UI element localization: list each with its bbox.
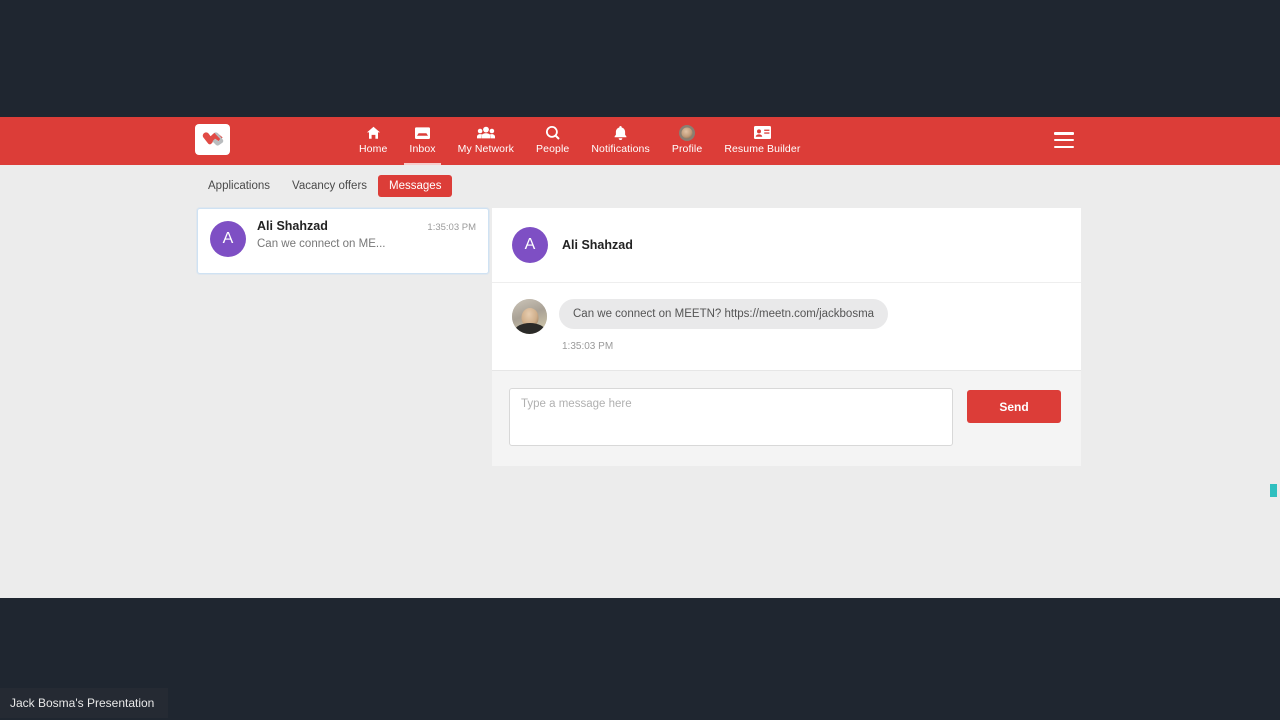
nav-item-profile[interactable]: Profile <box>661 117 713 165</box>
presentation-title-overlay: Jack Bosma's Presentation <box>0 688 169 718</box>
handshake-icon <box>202 132 223 146</box>
avatar: A <box>210 221 246 257</box>
message-thread-panel: A Ali Shahzad Can we connect on MEETN? h… <box>492 208 1081 466</box>
text-cursor-artifact <box>1270 484 1277 497</box>
message-bubble: Can we connect on MEETN? https://meetn.c… <box>559 299 889 329</box>
nav-label-home: Home <box>359 143 388 155</box>
send-button[interactable]: Send <box>967 390 1061 423</box>
hamburger-bar <box>1054 145 1074 148</box>
home-icon <box>366 124 381 141</box>
message-input[interactable] <box>509 388 953 446</box>
avatar: A <box>512 227 548 263</box>
nav-label-people: People <box>536 143 570 155</box>
handshake-logo[interactable] <box>195 124 230 155</box>
nav-label-resume-builder: Resume Builder <box>724 143 801 155</box>
message-sender-avatar <box>512 299 547 334</box>
hamburger-bar <box>1054 138 1074 142</box>
id-card-icon <box>753 124 771 141</box>
nav-item-inbox[interactable]: Inbox <box>398 117 446 165</box>
message-row: Can we connect on MEETN? https://meetn.c… <box>512 299 1061 352</box>
nav-item-resume-builder[interactable]: Resume Builder <box>713 117 811 165</box>
conversation-name: Ali Shahzad <box>257 219 328 233</box>
message-content: Can we connect on MEETN? https://meetn.c… <box>559 299 889 352</box>
nav-label-notifications: Notifications <box>591 143 650 155</box>
nav-item-my-network[interactable]: My Network <box>447 117 525 165</box>
inbox-subtabs: Applications Vacancy offers Messages <box>197 175 453 197</box>
hamburger-menu-icon[interactable] <box>1054 131 1074 149</box>
conversation-list: A Ali Shahzad 1:35:03 PM Can we connect … <box>197 208 489 274</box>
nav-item-people[interactable]: People <box>525 117 580 165</box>
people-group-icon <box>476 124 495 141</box>
bell-icon <box>614 124 627 141</box>
search-icon <box>545 124 560 141</box>
thread-contact-name: Ali Shahzad <box>562 238 633 252</box>
conversation-item-top-row: Ali Shahzad 1:35:03 PM <box>257 219 476 233</box>
message-timestamp: 1:35:03 PM <box>562 341 614 352</box>
message-composer: Send <box>492 370 1081 466</box>
tab-applications[interactable]: Applications <box>197 175 281 197</box>
avatar-photo-torso <box>514 323 545 334</box>
conversation-preview: Can we connect on ME... <box>257 238 386 250</box>
top-navigation-bar: Home Inbox My Network People Notificatio… <box>0 117 1280 165</box>
inbox-icon <box>415 124 431 141</box>
conversation-timestamp: 1:35:03 PM <box>427 222 476 233</box>
nav-label-profile: Profile <box>671 143 703 155</box>
nav-items: Home Inbox My Network People Notificatio… <box>348 117 811 165</box>
conversation-list-item[interactable]: A Ali Shahzad 1:35:03 PM Can we connect … <box>197 208 489 274</box>
profile-avatar-icon <box>679 124 696 141</box>
tab-vacancy-offers[interactable]: Vacancy offers <box>281 175 378 197</box>
hamburger-bar <box>1054 132 1074 135</box>
conversation-item-body: Ali Shahzad 1:35:03 PM Can we connect on… <box>257 219 476 250</box>
tab-messages[interactable]: Messages <box>378 175 453 197</box>
nav-label-my-network: My Network <box>457 143 515 155</box>
thread-header: A Ali Shahzad <box>492 208 1081 283</box>
nav-item-home[interactable]: Home <box>348 117 398 165</box>
nav-label-inbox: Inbox <box>409 143 436 155</box>
browser-viewport: Home Inbox My Network People Notificatio… <box>0 117 1280 598</box>
nav-item-notifications[interactable]: Notifications <box>580 117 661 165</box>
thread-messages: Can we connect on MEETN? https://meetn.c… <box>492 283 1081 370</box>
